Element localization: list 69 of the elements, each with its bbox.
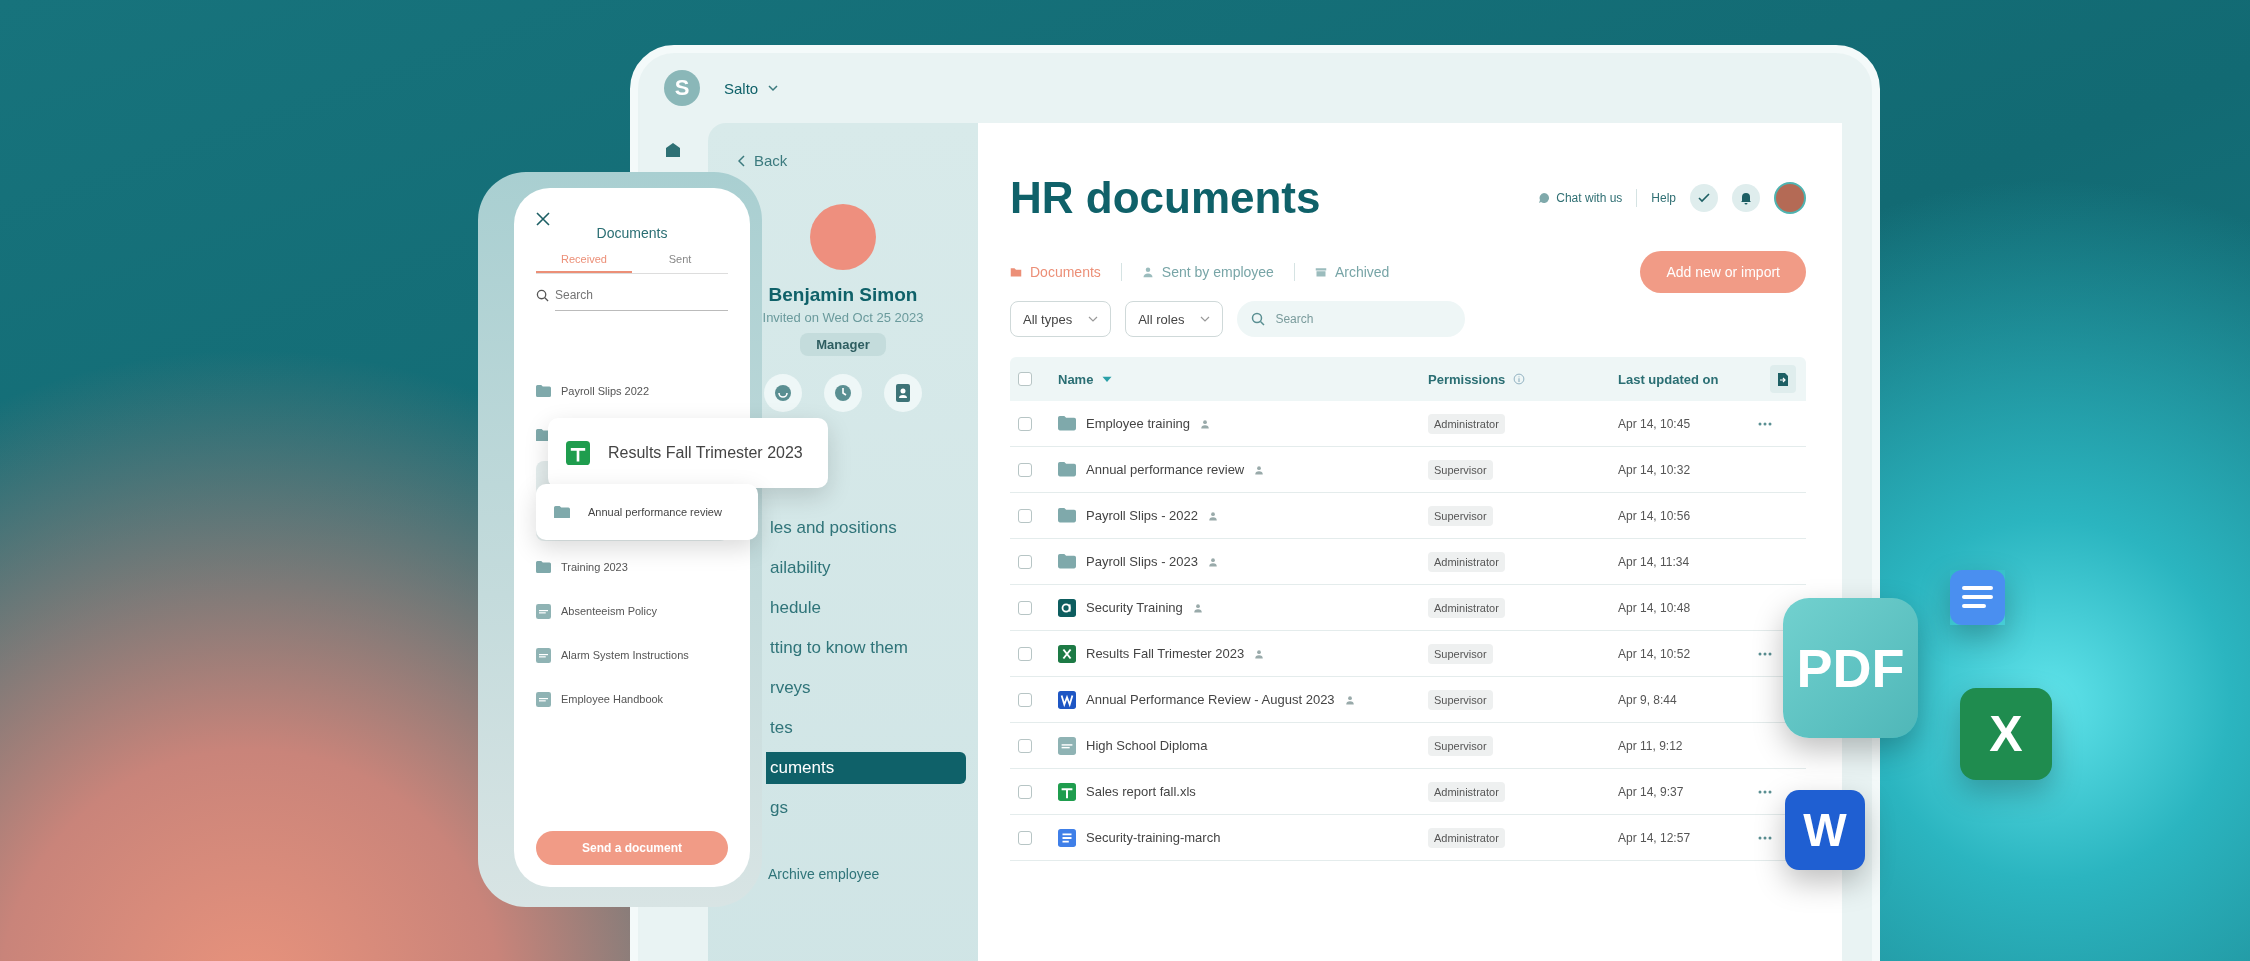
document-item[interactable]: Training 2023 [561,561,628,573]
archive-employee-link[interactable]: Archive employee [768,866,880,882]
updated-date: Apr 14, 10:48 [1618,600,1692,615]
column-header: Permissions [1428,371,1506,387]
help-link[interactable]: Help [1651,191,1676,205]
column-header[interactable]: Name [1058,371,1094,387]
updated-date: Apr 14, 10:52 [1618,646,1692,661]
excel-app-tile: X [1960,688,2052,780]
invited-date: Invited on Wed Oct 25 2023 [762,310,924,325]
workspace-dropdown[interactable]: Salto [718,78,785,98]
document-name[interactable]: Security-training-march [1086,830,1221,845]
dragged-document-card[interactable]: Results Fall Trimester 2023 [548,418,828,488]
profile-nav-item[interactable]: ailability [766,552,966,584]
filter-dropdown[interactable]: All roles [1125,301,1224,337]
profile-nav-item[interactable]: hedule [766,592,966,624]
pdf-app-tile: PDF [1783,598,1918,738]
document-name[interactable]: Annual performance review [1086,462,1245,477]
permission-tag: Administrator [1428,597,1505,618]
document-name[interactable]: Payroll Slips - 2023 [1086,554,1198,569]
document-item[interactable]: Alarm System Instructions [561,649,689,661]
screen-title: Documents [595,225,669,241]
document-name[interactable]: Sales report fall.xls [1086,784,1196,799]
document-item[interactable]: Employee Handbook [561,693,664,705]
document-name: Annual performance review [588,506,722,518]
chat-link[interactable]: Chat with us [1538,191,1623,205]
role-badge: Manager [800,333,886,356]
updated-date: Apr 9, 8:44 [1618,692,1678,707]
permission-tag: Supervisor [1428,689,1493,710]
filter-dropdown[interactable]: All types [1010,301,1112,337]
permission-tag: Supervisor [1428,505,1493,526]
back-link[interactable]: Back [732,151,794,170]
document-name[interactable]: Payroll Slips - 2022 [1086,508,1198,523]
document-name[interactable]: High School Diploma [1086,738,1208,753]
document-name: Results Fall Trimester 2023 [608,444,803,462]
updated-date: Apr 11, 9:12 [1618,738,1684,753]
search-field[interactable]: Search [555,288,728,311]
document-item[interactable]: Absenteeism Policy [561,605,657,617]
permission-tag: Supervisor [1428,643,1493,664]
profile-nav-item[interactable]: cuments [766,752,966,784]
column-header: Last updated on [1618,371,1719,387]
workspace-logo: S [664,70,700,106]
updated-date: Apr 14, 12:57 [1618,830,1692,845]
word-app-tile: W [1785,790,1865,870]
profile-nav-item[interactable]: gs [766,792,966,824]
document-name[interactable]: Annual Performance Review - August 2023 [1086,692,1335,707]
page-title: HR documents [1010,173,1321,223]
phone-tab[interactable]: Sent [632,249,728,273]
permission-tag: Administrator [1428,413,1505,434]
document-name[interactable]: Results Fall Trimester 2023 [1086,646,1245,661]
updated-date: Apr 14, 11:34 [1618,554,1691,569]
document-item[interactable]: Payroll Slips 2022 [561,385,650,397]
updated-date: Apr 14, 10:56 [1618,508,1692,523]
permission-tag: Administrator [1428,827,1505,848]
updated-date: Apr 14, 10:45 [1618,416,1692,431]
profile-nav-item[interactable]: les and positions [766,512,966,544]
permission-tag: Administrator [1428,781,1505,802]
permission-tag: Supervisor [1428,459,1493,480]
dragged-document-card[interactable]: Annual performance review [536,484,758,540]
search-field[interactable]: Search [1237,301,1466,337]
updated-date: Apr 14, 9:37 [1618,784,1685,799]
permission-tag: Supervisor [1428,735,1493,756]
document-name[interactable]: Security Training [1086,600,1183,615]
updated-date: Apr 14, 10:32 [1618,462,1692,477]
profile-nav-item[interactable]: tes [766,712,966,744]
permission-tag: Administrator [1428,551,1505,572]
profile-nav-item[interactable]: rveys [766,672,966,704]
employee-name: Benjamin Simon [768,284,918,306]
document-name[interactable]: Employee training [1086,416,1191,431]
profile-nav-item[interactable]: tting to know them [766,632,966,664]
